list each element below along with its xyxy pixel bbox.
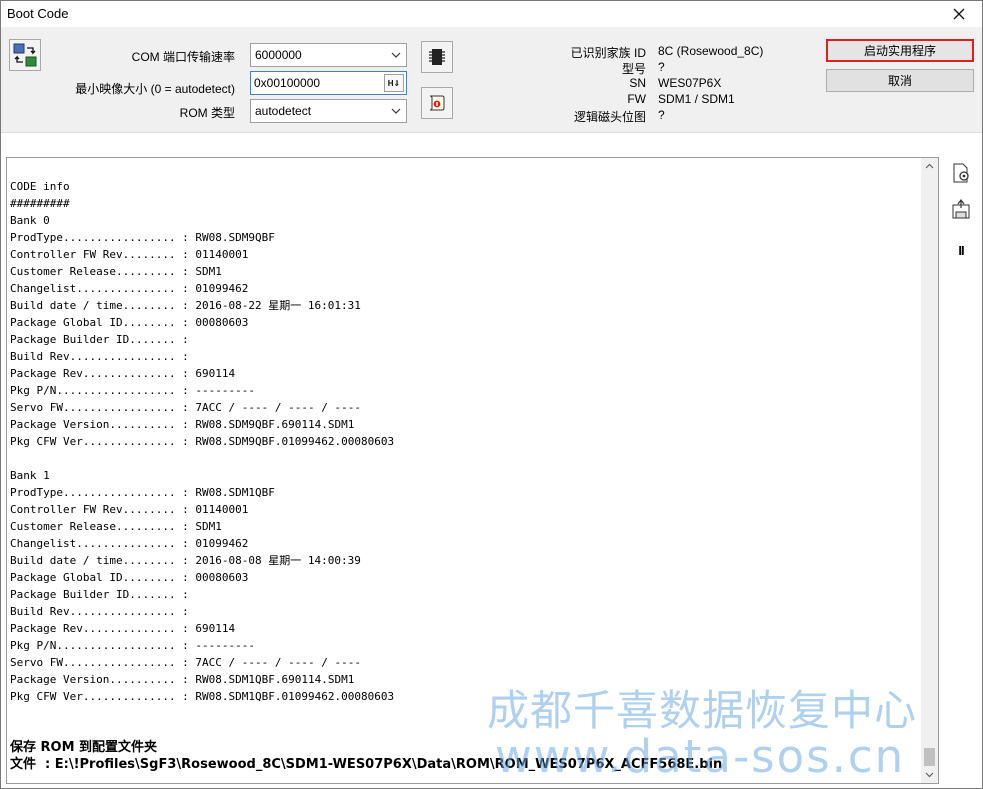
- swap-arrows-icon: [13, 43, 37, 67]
- com-speed-label: COM 端口传输速率: [131, 50, 235, 64]
- min-image-size-input[interactable]: 0x00100000 H⇓: [250, 71, 407, 95]
- hex-toggle-button[interactable]: H⇓: [384, 74, 404, 92]
- log-line: Controller FW Rev........ : 01140001: [10, 503, 249, 516]
- scroll-info-icon: [429, 95, 445, 111]
- log-line: Servo FW................. : 7ACC / ---- …: [10, 656, 361, 669]
- toolbar: COM 端口传输速率 6000000 最小映像大小 (0 = autodetec…: [1, 27, 982, 133]
- log-line: Package Rev.............. : 690114: [10, 367, 236, 380]
- start-utility-label: 启动实用程序: [863, 44, 936, 58]
- refresh-connection-button[interactable]: [9, 39, 41, 71]
- min-image-size-value: 0x00100000: [254, 76, 321, 90]
- log-line: Servo FW................. : 7ACC / ---- …: [10, 401, 361, 414]
- log-line: Package Rev.............. : 690114: [10, 622, 236, 635]
- chip-button[interactable]: [421, 41, 453, 73]
- log-line: Package Builder ID....... :: [10, 588, 189, 601]
- log-lines: CODE info ######### Bank 0 ProdType........…: [10, 178, 722, 773]
- log-line: Build Rev................ :: [10, 605, 189, 618]
- scroll-thumb[interactable]: [924, 748, 935, 766]
- log-line: 保存 ROM 到配置文件夹: [10, 740, 158, 755]
- family-id-label: 已识别家族 ID: [570, 46, 646, 60]
- com-speed-value: 6000000: [255, 48, 302, 62]
- log-output[interactable]: CODE info ######### Bank 0 ProdType........…: [6, 157, 939, 784]
- log-line: Pkg CFW Ver.............. : RW08.SDM9QBF…: [10, 435, 395, 448]
- log-line: Controller FW Rev........ : 01140001: [10, 248, 249, 261]
- hex-toggle-label: H⇓: [387, 78, 401, 88]
- log-line: Customer Release......... : SDM1: [10, 520, 222, 533]
- log-line: ProdType................. : RW08.SDM9QBF: [10, 231, 275, 244]
- title-bar: Boot Code: [1, 1, 982, 27]
- log-line: Package Global ID........ : 00080603: [10, 316, 249, 329]
- rom-type-value: autodetect: [255, 104, 312, 118]
- log-line: Pkg P/N.................. : ---------: [10, 639, 256, 652]
- start-utility-button[interactable]: 启动实用程序: [826, 39, 974, 62]
- scroll-down-button[interactable]: [921, 766, 938, 783]
- cancel-button[interactable]: 取消: [826, 69, 974, 92]
- pause-button[interactable]: II: [949, 238, 973, 262]
- scroll-up-button[interactable]: [921, 158, 938, 175]
- rom-info-button[interactable]: [421, 87, 453, 119]
- fw-label: FW: [627, 92, 646, 106]
- log-line: #########: [10, 197, 70, 210]
- log-line: Build date / time........ : 2016-08-22 星…: [10, 299, 361, 312]
- log-line: Bank 1: [10, 469, 50, 482]
- rom-type-select[interactable]: autodetect: [250, 99, 407, 123]
- family-id-value: 8C (Rosewood_8C): [658, 44, 764, 58]
- log-line: Changelist............... : 01099462: [10, 282, 249, 295]
- sn-value: WES07P6X: [658, 76, 722, 90]
- rom-type-label: ROM 类型: [179, 106, 235, 120]
- chip-icon: [429, 49, 445, 65]
- cancel-label: 取消: [887, 74, 912, 88]
- save-disk-icon: [952, 199, 970, 219]
- log-scrollbar[interactable]: [921, 158, 938, 783]
- fw-value: SDM1 / SDM1: [658, 92, 735, 106]
- log-line: ProdType................. : RW08.SDM1QBF: [10, 486, 275, 499]
- log-line: Build Rev................ :: [10, 350, 189, 363]
- log-line: Pkg P/N.................. : ---------: [10, 384, 256, 397]
- head-map-label: 逻辑磁头位图: [573, 110, 646, 124]
- log-line: Bank 0: [10, 214, 50, 227]
- window-title: Boot Code: [7, 6, 69, 21]
- log-line: Package Version.......... : RW08.SDM9QBF…: [10, 418, 355, 431]
- chevron-down-icon: [925, 772, 934, 778]
- close-button[interactable]: [936, 1, 982, 27]
- boot-code-window: Boot Code COM 端口传输速率 6000000 最小映像大小 (0 =…: [0, 0, 983, 789]
- chevron-down-icon: [391, 108, 401, 114]
- log-line: Package Global ID........ : 00080603: [10, 571, 249, 584]
- log-line: 文件 : E:\!Profiles\SgF3\Rosewood_8C\SDM1-…: [10, 757, 723, 772]
- settings-page-button[interactable]: [949, 161, 973, 185]
- chevron-up-icon: [925, 163, 934, 169]
- log-line: Customer Release......... : SDM1: [10, 265, 222, 278]
- save-button[interactable]: [949, 197, 973, 221]
- log-line: Package Builder ID....... :: [10, 333, 189, 346]
- com-speed-select[interactable]: 6000000: [250, 43, 407, 67]
- min-image-size-label: 最小映像大小 (0 = autodetect): [75, 82, 235, 96]
- page-gear-icon: [953, 163, 969, 183]
- model-label: 型号: [621, 62, 646, 76]
- log-line: Build date / time........ : 2016-08-08 星…: [10, 554, 361, 567]
- chevron-down-icon: [391, 52, 401, 58]
- close-icon: [953, 8, 965, 20]
- pause-icon: II: [958, 242, 964, 258]
- sn-label: SN: [629, 76, 646, 90]
- log-line: Package Version.......... : RW08.SDM1QBF…: [10, 673, 355, 686]
- model-value: ?: [658, 60, 665, 74]
- log-line: Pkg CFW Ver.............. : RW08.SDM1QBF…: [10, 690, 395, 703]
- head-map-value: ?: [658, 108, 665, 122]
- log-line: Changelist............... : 01099462: [10, 537, 249, 550]
- log-line: CODE info: [10, 180, 70, 193]
